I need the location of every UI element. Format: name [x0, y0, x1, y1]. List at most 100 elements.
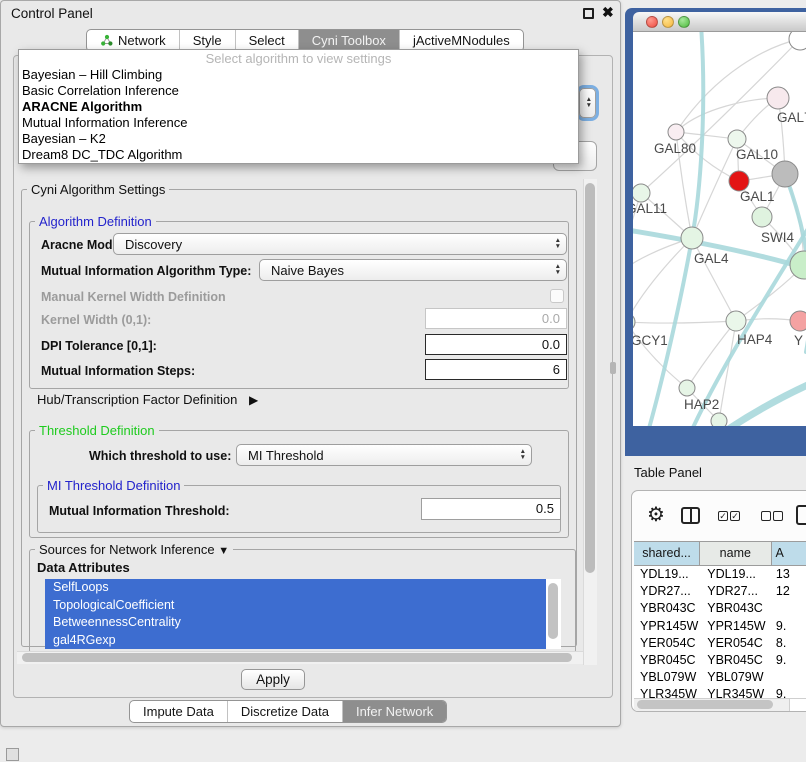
- table-row[interactable]: YBR045CYBR045C9.: [634, 652, 806, 669]
- collapsed-panel-grip[interactable]: [6, 748, 19, 761]
- attribute-item-betweennesscentrality[interactable]: BetweennessCentrality: [45, 614, 546, 632]
- algorithm-item-bayesian-k2[interactable]: Bayesian – K2: [19, 131, 578, 147]
- table-panel-title: Table Panel: [634, 465, 702, 480]
- check-all-icon[interactable]: ✓: [718, 511, 728, 521]
- network-node[interactable]: [728, 130, 746, 148]
- panel-splitter-grip[interactable]: [610, 362, 616, 374]
- network-view-window: GAL7GAL80GAL10GAL11GAL1GAL4SWI4GCY1HAP4Y…: [625, 8, 806, 456]
- column-header-a[interactable]: A: [772, 542, 806, 565]
- table-header-row: shared...nameA: [634, 541, 806, 566]
- settings-vscrollbar-thumb[interactable]: [585, 183, 595, 573]
- cell-shared-name: YDL19...: [634, 566, 700, 583]
- table-row[interactable]: YDR27...YDR27...12: [634, 583, 806, 600]
- kernel-width-label: Kernel Width (0,1):: [41, 313, 151, 327]
- gear-icon[interactable]: ⚙: [647, 502, 665, 527]
- dpi-tolerance-field[interactable]: 0.0: [425, 334, 567, 355]
- apply-button[interactable]: Apply: [241, 669, 305, 690]
- network-node[interactable]: [681, 227, 703, 249]
- aracne-mode-combo[interactable]: Discovery ▲▼: [113, 233, 567, 255]
- tab-cyni-toolbox[interactable]: Cyni Toolbox: [298, 30, 399, 51]
- table-row[interactable]: YBL079WYBL079W: [634, 669, 806, 686]
- settings-hscrollbar-thumb[interactable]: [22, 653, 572, 662]
- network-node[interactable]: [633, 313, 635, 331]
- split-line: [690, 509, 692, 522]
- mi-threshold-field[interactable]: 0.5: [421, 498, 561, 520]
- network-node[interactable]: [729, 171, 749, 191]
- network-node[interactable]: [752, 207, 772, 227]
- attributes-scrollbar-thumb[interactable]: [548, 583, 558, 639]
- manual-kernel-checkbox[interactable]: [550, 289, 564, 303]
- node-label: GAL80: [654, 141, 696, 156]
- cell-value: 8.: [772, 635, 806, 652]
- network-canvas[interactable]: GAL7GAL80GAL10GAL11GAL1GAL4SWI4GCY1HAP4Y…: [633, 32, 806, 426]
- network-edge[interactable]: [633, 322, 687, 388]
- algorithm-item-aracne-algorithm[interactable]: ARACNE Algorithm: [19, 99, 578, 115]
- table-hscrollbar-thumb[interactable]: [637, 700, 773, 709]
- tab-jactivemnodules[interactable]: jActiveMNodules: [399, 30, 523, 51]
- close-traffic-light-icon[interactable]: [646, 16, 658, 28]
- algorithm-item-dream8-dc-tdc-algorithm[interactable]: Dream8 DC_TDC Algorithm: [19, 147, 578, 163]
- table-row[interactable]: YBR043CYBR043C: [634, 600, 806, 617]
- hub-definition-expander[interactable]: Hub/Transcription Factor Definition ▶: [37, 392, 258, 407]
- network-node[interactable]: [668, 124, 684, 140]
- column-header-shared[interactable]: shared...: [634, 542, 700, 565]
- minimize-traffic-light-icon[interactable]: [662, 16, 674, 28]
- mi-type-value: Naive Bayes: [271, 263, 344, 278]
- network-node[interactable]: [767, 87, 789, 109]
- tab-impute-data[interactable]: Impute Data: [130, 701, 227, 722]
- kernel-width-field[interactable]: 0.0: [425, 308, 567, 329]
- network-node[interactable]: [633, 184, 650, 202]
- inference-algorithm-combo-spinner[interactable]: ▲▼: [579, 88, 596, 118]
- cell-name: YDR27...: [700, 583, 772, 600]
- algorithm-item-mutual-information-inference[interactable]: Mutual Information Inference: [19, 115, 578, 131]
- new-document-icon[interactable]: [796, 505, 806, 525]
- check-all-icon-2[interactable]: ✓: [730, 511, 740, 521]
- table-row[interactable]: YDL19...YDL19...13: [634, 566, 806, 583]
- cell-name: YDL19...: [700, 566, 772, 583]
- close-icon[interactable]: ✖: [602, 4, 614, 21]
- network-edge[interactable]: [633, 321, 736, 323]
- algorithm-definition-title: Algorithm Definition: [35, 214, 156, 229]
- cell-shared-name: YDR27...: [634, 583, 700, 600]
- network-window-titlebar[interactable]: [633, 12, 806, 32]
- tab-discretize-data[interactable]: Discretize Data: [227, 701, 342, 722]
- network-node[interactable]: [711, 413, 727, 426]
- mi-steps-label: Mutual Information Steps:: [41, 364, 195, 378]
- network-node[interactable]: [772, 161, 798, 187]
- algorithm-item-basic-correlation-inference[interactable]: Basic Correlation Inference: [19, 83, 578, 99]
- attribute-item-gal4rgexp[interactable]: gal4RGexp: [45, 632, 546, 650]
- network-node[interactable]: [790, 311, 806, 331]
- column-header-name[interactable]: name: [700, 542, 771, 565]
- algorithm-list: Bayesian – Hill ClimbingBasic Correlatio…: [19, 67, 578, 163]
- attribute-item-selfloops[interactable]: SelfLoops: [45, 579, 546, 597]
- control-panel-title: Control Panel: [11, 6, 93, 21]
- tab-network[interactable]: Network: [87, 30, 179, 51]
- algorithm-item-bayesian-hill-climbing[interactable]: Bayesian – Hill Climbing: [19, 67, 578, 83]
- spinner-arrows-icon: ▲▼: [555, 238, 561, 250]
- network-edge-highlighted[interactable]: [724, 383, 806, 426]
- tab-select[interactable]: Select: [235, 30, 298, 51]
- table-row[interactable]: YER054CYER054C8.: [634, 635, 806, 652]
- uncheck-all-icon-2[interactable]: [773, 511, 783, 521]
- network-edge[interactable]: [687, 321, 736, 388]
- uncheck-all-icon[interactable]: [761, 511, 771, 521]
- cell-value: 13: [772, 566, 806, 583]
- mi-type-label: Mutual Information Algorithm Type:: [41, 264, 251, 278]
- table-row[interactable]: YPR145WYPR145W9.: [634, 618, 806, 635]
- mi-steps-field[interactable]: 6: [425, 359, 567, 380]
- table-body: YDL19...YDL19...13YDR27...YDR27...12YBR0…: [634, 566, 806, 702]
- network-edge[interactable]: [676, 98, 778, 132]
- which-threshold-combo[interactable]: MI Threshold ▲▼: [236, 444, 532, 466]
- node-label: SWI4: [761, 230, 794, 245]
- tab-infer-network[interactable]: Infer Network: [342, 701, 446, 722]
- collapse-down-icon[interactable]: ▼: [218, 545, 229, 557]
- split-panel-icon[interactable]: [681, 507, 700, 524]
- tab-label: Cyni Toolbox: [312, 30, 386, 51]
- mi-type-combo[interactable]: Naive Bayes ▲▼: [259, 259, 567, 281]
- network-node[interactable]: [726, 311, 746, 331]
- zoom-traffic-light-icon[interactable]: [678, 16, 690, 28]
- tab-style[interactable]: Style: [179, 30, 235, 51]
- float-window-icon[interactable]: [583, 8, 594, 19]
- network-node[interactable]: [679, 380, 695, 396]
- attribute-item-topologicalcoefficient[interactable]: TopologicalCoefficient: [45, 597, 546, 615]
